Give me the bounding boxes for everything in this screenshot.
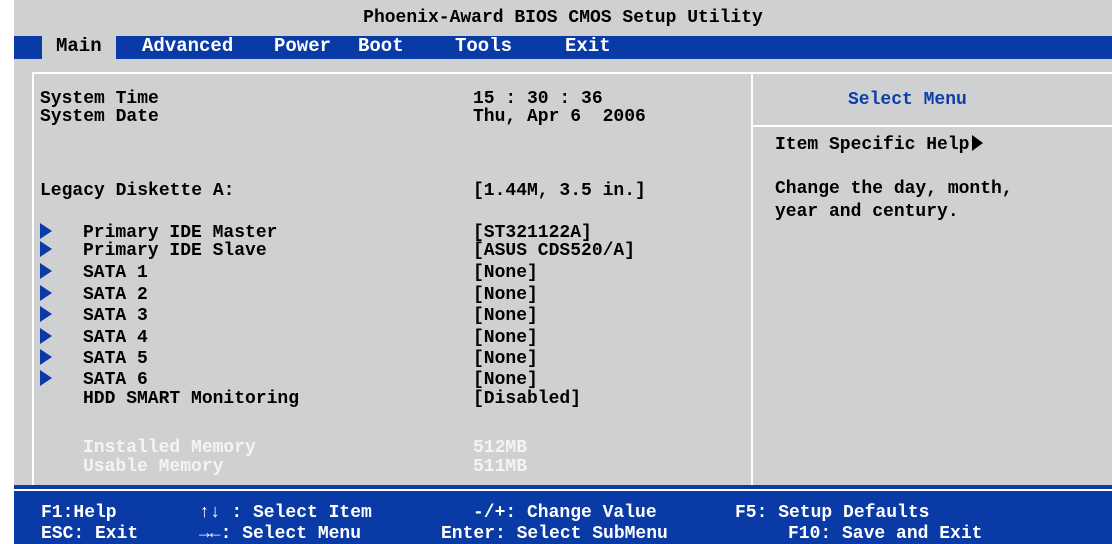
help-header: Select Menu bbox=[848, 90, 967, 110]
sata6-value: [None] bbox=[473, 370, 538, 390]
hdd-smart-label: HDD SMART Monitoring bbox=[83, 389, 300, 409]
help-divider bbox=[751, 72, 753, 485]
system-time-value[interactable]: 15 : 30 : 36 bbox=[473, 89, 603, 109]
legacy-diskette-value[interactable]: [1.44M, 3.5 in.] bbox=[473, 181, 646, 201]
tab-main[interactable]: Main bbox=[42, 36, 116, 59]
help-text-line2: year and century. bbox=[775, 202, 959, 222]
setup-defaults-hint: F5: Setup Defaults bbox=[735, 503, 930, 523]
sata3-label[interactable]: SATA 3 bbox=[83, 306, 148, 326]
primary-ide-slave-value: [ASUS CDS520/A] bbox=[473, 241, 636, 261]
primary-ide-master-value: [ST321122A] bbox=[473, 223, 592, 243]
installed-memory-label: Installed Memory bbox=[83, 438, 256, 458]
sata3-value: [None] bbox=[473, 306, 538, 326]
status-bar: F1:Help ↑↓ : Select Item -/+: Change Val… bbox=[14, 485, 1112, 544]
sata6-label[interactable]: SATA 6 bbox=[83, 370, 148, 390]
save-exit-hint: F10: Save and Exit bbox=[788, 524, 983, 544]
sata5-value: [None] bbox=[473, 349, 538, 369]
legacy-diskette-label: Legacy Diskette A: bbox=[40, 181, 235, 201]
item-specific-help-label: Item Specific Help bbox=[775, 135, 970, 155]
help-separator bbox=[753, 125, 1112, 127]
help-arrow-icon bbox=[972, 135, 983, 151]
usable-memory-label: Usable Memory bbox=[83, 457, 224, 477]
submenu-arrow-icon bbox=[40, 285, 52, 301]
sata2-label[interactable]: SATA 2 bbox=[83, 285, 148, 305]
hdd-smart-value[interactable]: [Disabled] bbox=[473, 389, 581, 409]
submenu-arrow-icon bbox=[40, 328, 52, 344]
help-text-line1: Change the day, month, bbox=[775, 179, 1013, 199]
submenu-arrow-icon bbox=[40, 241, 52, 257]
sata4-label[interactable]: SATA 4 bbox=[83, 328, 148, 348]
tab-advanced[interactable]: Advanced bbox=[128, 36, 247, 59]
primary-ide-slave-label[interactable]: Primary IDE Slave bbox=[83, 241, 267, 261]
panel-frame bbox=[32, 72, 1112, 485]
system-date-label: System Date bbox=[40, 107, 159, 127]
tab-exit[interactable]: Exit bbox=[551, 36, 625, 59]
sata1-label[interactable]: SATA 1 bbox=[83, 263, 148, 283]
installed-memory-value: 512MB bbox=[473, 438, 528, 458]
primary-ide-master-label[interactable]: Primary IDE Master bbox=[83, 223, 277, 243]
submenu-arrow-icon bbox=[40, 370, 52, 386]
main-panel: System Time 15 : 30 : 36 System Date Thu… bbox=[14, 59, 1112, 485]
system-date-value[interactable]: Thu, Apr 6 2006 bbox=[473, 107, 646, 127]
submenu-arrow-icon bbox=[40, 263, 52, 279]
select-menu-hint: →←: Select Menu bbox=[199, 524, 362, 544]
sata1-value: [None] bbox=[473, 263, 538, 283]
submenu-arrow-icon bbox=[40, 223, 52, 239]
esc-exit-hint: ESC: Exit bbox=[41, 524, 139, 544]
submenu-arrow-icon bbox=[40, 349, 52, 365]
sata5-label[interactable]: SATA 5 bbox=[83, 349, 148, 369]
select-item-hint: ↑↓ : Select Item bbox=[199, 503, 372, 523]
tab-boot[interactable]: Boot bbox=[344, 36, 418, 59]
sata2-value: [None] bbox=[473, 285, 538, 305]
window-title: Phoenix-Award BIOS CMOS Setup Utility bbox=[14, 0, 1112, 36]
status-separator bbox=[14, 489, 1112, 491]
system-time-label: System Time bbox=[40, 89, 159, 109]
tab-power[interactable]: Power bbox=[260, 36, 345, 59]
select-submenu-hint: Enter: Select SubMenu bbox=[441, 524, 668, 544]
change-value-hint: -/+: Change Value bbox=[473, 503, 657, 523]
menu-bar: Main Advanced Power Boot Tools Exit bbox=[14, 36, 1112, 59]
f1-help-hint: F1:Help bbox=[41, 503, 117, 523]
sata4-value: [None] bbox=[473, 328, 538, 348]
usable-memory-value: 511MB bbox=[473, 457, 528, 477]
submenu-arrow-icon bbox=[40, 306, 52, 322]
tab-tools[interactable]: Tools bbox=[441, 36, 526, 59]
